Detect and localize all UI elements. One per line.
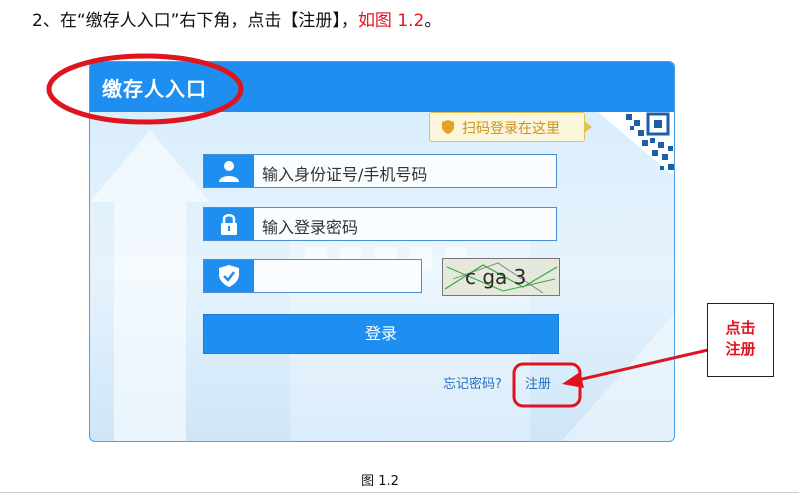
- title-highlight-ellipse: [46, 53, 244, 125]
- callout-line-2: 注册: [725, 340, 756, 358]
- figure-caption: 图 1.2: [361, 474, 399, 489]
- callout-line-1: 点击: [725, 319, 756, 337]
- annotation-arrow-line: [577, 348, 709, 382]
- annotation-overlay: [46, 53, 709, 408]
- annotation-callout: 点击 注册: [707, 303, 774, 377]
- page-divider: [0, 492, 799, 493]
